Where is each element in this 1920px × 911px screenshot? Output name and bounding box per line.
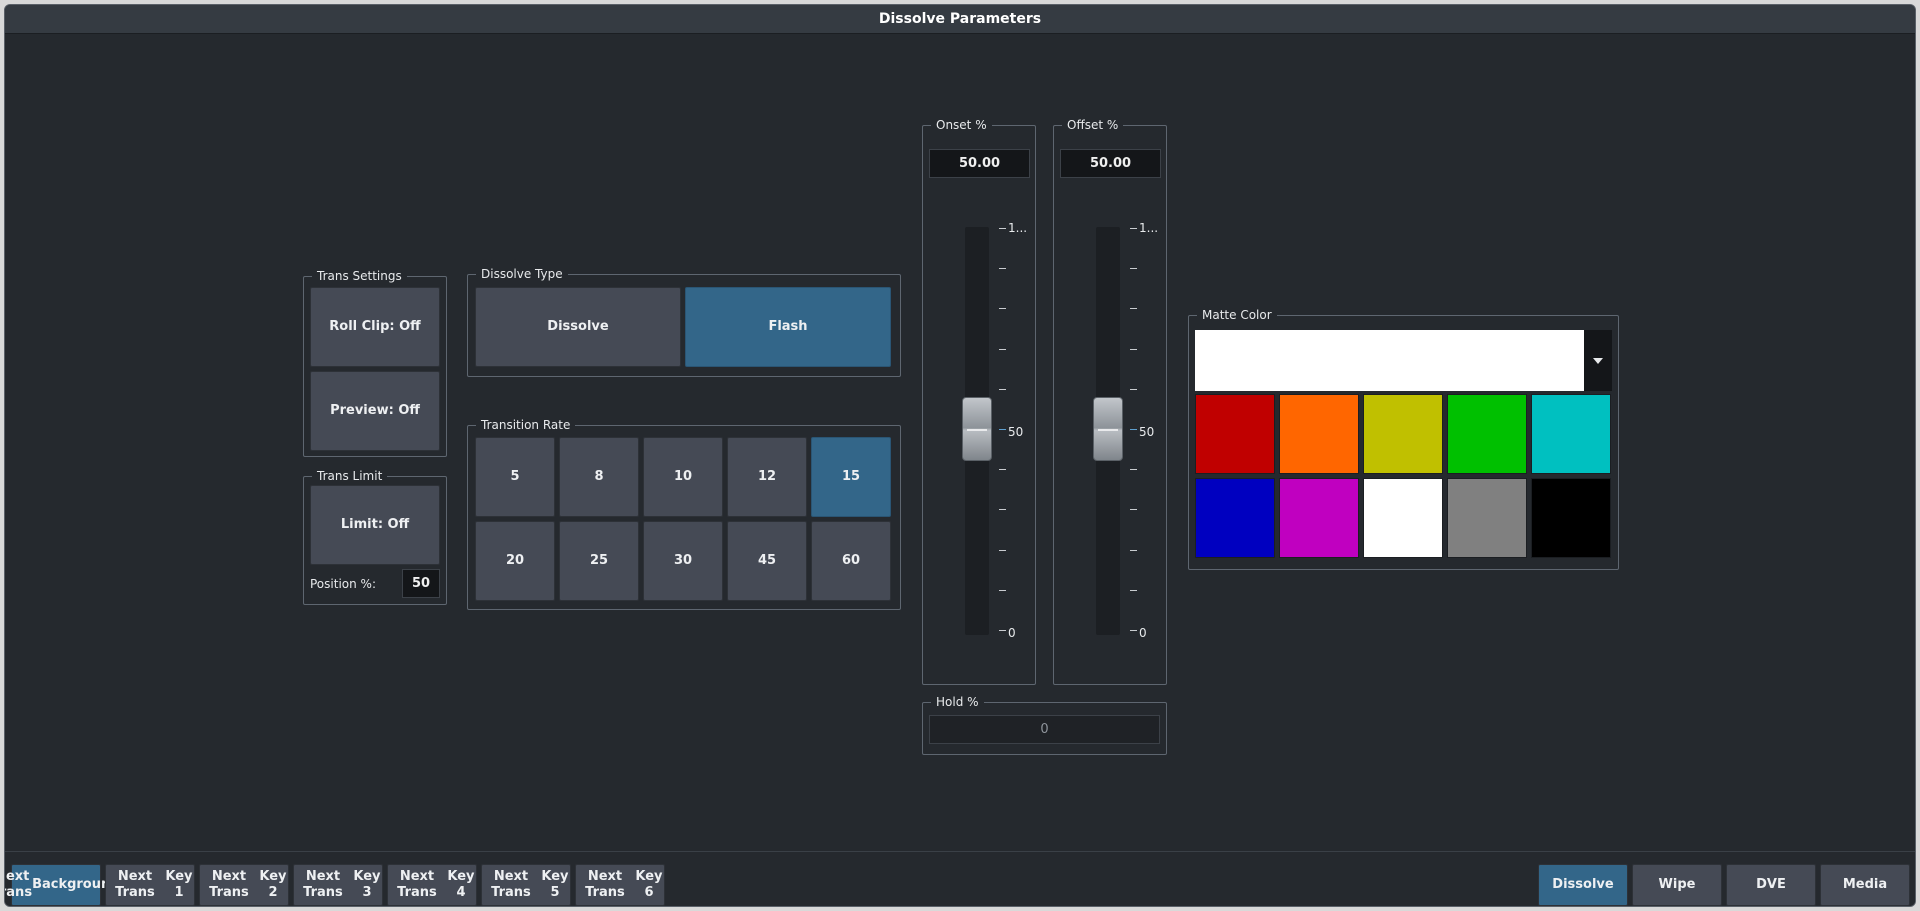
scale-tick	[999, 590, 1006, 591]
rate-45-button[interactable]: 45	[727, 521, 807, 601]
scale-tick	[1130, 268, 1137, 269]
rate-60-button[interactable]: 60	[811, 521, 891, 601]
dissolve-type-legend: Dissolve Type	[481, 267, 563, 281]
matte-swatch[interactable]	[1447, 394, 1527, 474]
matte-color-dropdown-button[interactable]	[1584, 330, 1612, 391]
dissolve-type-flash-button[interactable]: Flash	[685, 287, 891, 367]
scale-tick	[1130, 630, 1137, 631]
rate-10-button[interactable]: 10	[643, 437, 723, 517]
rate-8-button[interactable]: 8	[559, 437, 639, 517]
position-input[interactable]: 50	[402, 569, 440, 598]
matte-color-legend: Matte Color	[1202, 308, 1272, 322]
scale-tick	[999, 308, 1006, 309]
trans-limit-legend: Trans Limit	[317, 469, 383, 483]
next-trans-button[interactable]: Next Trans Key 6	[575, 864, 665, 906]
rate-15-button[interactable]: 15	[811, 437, 891, 517]
next-trans-button[interactable]: Next Trans Key 4	[387, 864, 477, 906]
mode-button-dissolve[interactable]: Dissolve	[1538, 864, 1628, 906]
next-trans-button[interactable]: Next Trans Key 1	[105, 864, 195, 906]
offset-value-input[interactable]: 50.00	[1060, 149, 1161, 178]
rate-25-button[interactable]: 25	[559, 521, 639, 601]
scale-tick	[999, 550, 1006, 551]
offset-legend: Offset %	[1067, 118, 1119, 132]
onset-slider-thumb[interactable]	[962, 397, 992, 461]
window-title: Dissolve Parameters	[5, 5, 1915, 34]
offset-scale-mid-label: 50	[1139, 425, 1155, 439]
position-label: Position %:	[310, 577, 376, 591]
caret-down-icon	[1593, 357, 1603, 364]
dissolve-parameters-window: Dissolve Parameters Trans Settings Roll …	[4, 4, 1916, 907]
next-trans-button[interactable]: Next Trans Key 3	[293, 864, 383, 906]
onset-scale-top-label: 1...	[1008, 221, 1028, 235]
matte-swatch[interactable]	[1279, 394, 1359, 474]
scale-tick	[1130, 389, 1137, 390]
scale-tick	[1130, 550, 1137, 551]
scale-tick	[1130, 349, 1137, 350]
transition-rate-legend: Transition Rate	[481, 418, 571, 432]
offset-slider-thumb[interactable]	[1093, 397, 1123, 461]
scale-tick	[999, 630, 1006, 631]
matte-color-preview[interactable]	[1195, 330, 1584, 391]
scale-tick	[999, 228, 1006, 229]
matte-swatch[interactable]	[1531, 394, 1611, 474]
scale-tick	[1130, 469, 1137, 470]
matte-swatch[interactable]	[1447, 478, 1527, 558]
matte-swatch[interactable]	[1195, 394, 1275, 474]
matte-swatch[interactable]	[1363, 394, 1443, 474]
scale-tick	[1130, 590, 1137, 591]
preview-button[interactable]: Preview: Off	[310, 371, 440, 451]
offset-scale-top-label: 1...	[1139, 221, 1159, 235]
offset-scale-bottom-label: 0	[1139, 626, 1147, 640]
rate-20-button[interactable]: 20	[475, 521, 555, 601]
scale-tick	[1130, 308, 1137, 309]
next-trans-button[interactable]: Next Trans Key 5	[481, 864, 571, 906]
onset-scale-bottom-label: 0	[1008, 626, 1016, 640]
bottom-bar: Next TransBackgroundNext TransKey 1Next …	[5, 851, 1915, 906]
scale-tick	[999, 268, 1006, 269]
scale-tick	[999, 389, 1006, 390]
scale-tick	[1130, 509, 1137, 510]
scale-tick	[1130, 429, 1137, 430]
matte-swatch[interactable]	[1195, 478, 1275, 558]
next-trans-button[interactable]: Next Trans Key 2	[199, 864, 289, 906]
trans-settings-legend: Trans Settings	[317, 269, 402, 283]
mode-button-media[interactable]: Media	[1820, 864, 1910, 906]
rate-5-button[interactable]: 5	[475, 437, 555, 517]
next-trans-button[interactable]: Next TransBackground	[5, 864, 120, 906]
roll-clip-button[interactable]: Roll Clip: Off	[310, 287, 440, 367]
scale-tick	[1130, 228, 1137, 229]
onset-legend: Onset %	[936, 118, 987, 132]
mode-button-wipe[interactable]: Wipe	[1632, 864, 1722, 906]
onset-scale-mid-label: 50	[1008, 425, 1024, 439]
dissolve-type-dissolve-button[interactable]: Dissolve	[475, 287, 681, 367]
matte-swatch[interactable]	[1363, 478, 1443, 558]
rate-12-button[interactable]: 12	[727, 437, 807, 517]
hold-legend: Hold %	[936, 695, 979, 709]
matte-swatch[interactable]	[1531, 478, 1611, 558]
hold-value-input[interactable]: 0	[929, 715, 1160, 744]
limit-button[interactable]: Limit: Off	[310, 485, 440, 565]
scale-tick	[999, 349, 1006, 350]
scale-tick	[999, 469, 1006, 470]
mode-button-dve[interactable]: DVE	[1726, 864, 1816, 906]
onset-value-input[interactable]: 50.00	[929, 149, 1030, 178]
rate-30-button[interactable]: 30	[643, 521, 723, 601]
scale-tick	[999, 429, 1006, 430]
matte-swatch[interactable]	[1279, 478, 1359, 558]
scale-tick	[999, 509, 1006, 510]
